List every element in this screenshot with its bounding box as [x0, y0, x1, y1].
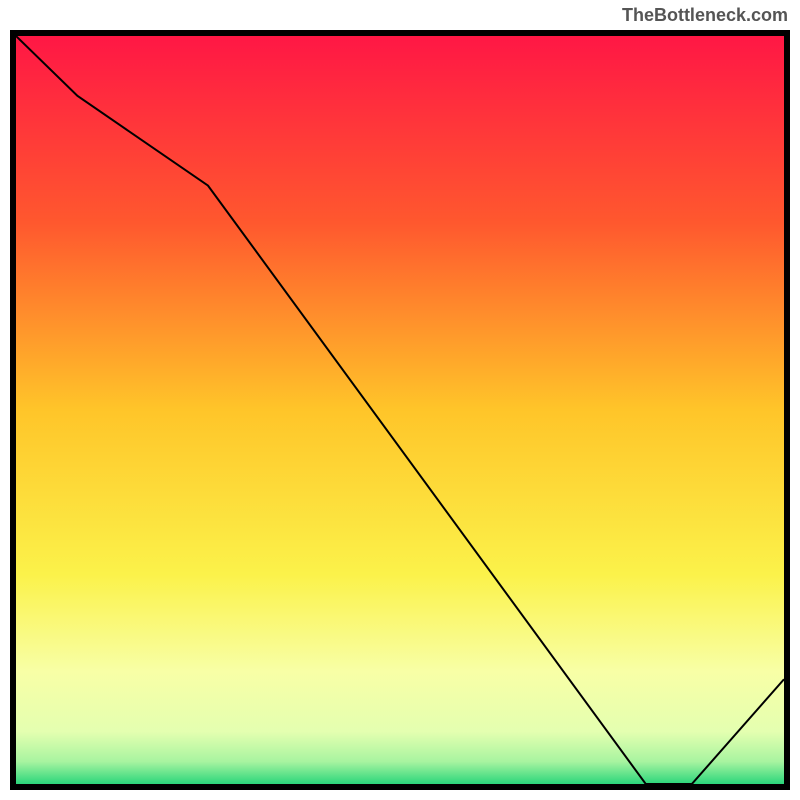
- watermark-text: TheBottleneck.com: [622, 5, 788, 26]
- chart-series-line: [16, 36, 784, 784]
- chart-line-layer: [16, 36, 784, 784]
- chart-plot-area: [10, 30, 790, 790]
